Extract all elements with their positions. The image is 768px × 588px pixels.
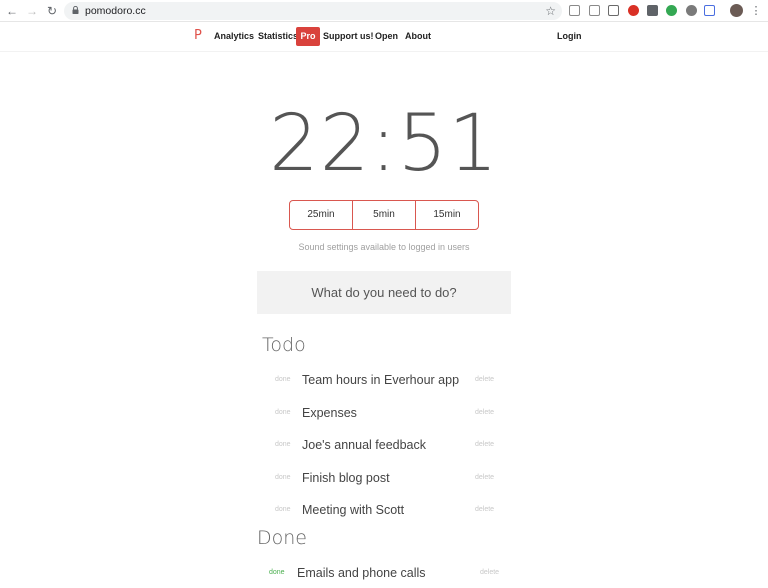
sound-settings-note: Sound settings available to logged in us… [298,242,470,252]
back-icon[interactable]: ← [4,3,20,19]
url-text: pomodoro.cc [85,5,146,17]
delete-link[interactable]: delete [475,506,494,513]
grid-ext-icon[interactable] [704,5,715,16]
mark-done-link[interactable]: done [275,409,291,416]
nav-about[interactable]: About [405,31,431,41]
mark-done-link[interactable]: done [275,441,291,448]
new-task-input[interactable] [257,271,511,314]
todo-item: done Meeting with Scott delete [0,503,768,523]
todo-item-text: Joe's annual feedback [302,438,427,452]
done-heading: Done [257,527,307,549]
square-ext-icon[interactable] [647,5,658,16]
delete-link[interactable]: delete [475,409,494,416]
pomodoro-logo[interactable]: P [194,28,202,43]
todo-item-text: Finish blog post [302,470,390,485]
profile-avatar[interactable] [730,4,743,17]
mark-done-link[interactable]: done [275,506,291,513]
nav-statistics[interactable]: Statistics [258,31,298,41]
done-item-text: Emails and phone calls [297,566,426,580]
done-item: done Emails and phone calls delete [0,566,768,586]
login-link[interactable]: Login [557,31,582,41]
nav-support-us[interactable]: Support us! [323,31,374,41]
nav-pro-button[interactable]: Pro [296,27,320,46]
camera-icon[interactable] [589,5,600,16]
duration-25min-button[interactable]: 25min [290,201,352,229]
todo-heading: Todo [262,334,306,356]
duration-selector: 25min 5min 15min [289,200,479,230]
todo-item: done Team hours in Everhour app delete [0,373,768,393]
todo-item: done Joe's annual feedback delete [0,438,768,458]
bookmark-star-icon[interactable]: ☆ [545,3,556,19]
shield-ext-icon[interactable] [686,5,697,16]
nav-open[interactable]: Open [375,31,398,41]
todo-item: done Expenses delete [0,406,768,426]
moon-ext-icon[interactable] [569,5,580,16]
reload-icon[interactable]: ↻ [44,3,60,19]
todo-item: done Finish blog post delete [0,471,768,491]
mark-done-link[interactable]: done [275,376,291,383]
timer-display: 22:51 [269,99,499,189]
duration-5min-button[interactable]: 5min [352,201,415,229]
screenshot-frame-icon[interactable] [608,5,619,16]
address-bar[interactable]: pomodoro.cc ☆ [64,2,562,20]
forward-icon[interactable]: → [24,3,40,19]
todo-item-text: Team hours in Everhour app [302,373,460,387]
stop-ext-icon[interactable] [628,5,639,16]
green-ext-icon[interactable] [666,5,677,16]
delete-link[interactable]: delete [475,376,494,383]
site-nav: P Analytics Statistics Pro Support us! O… [0,23,768,52]
todo-item-text: Meeting with Scott [302,503,405,517]
browser-toolbar: ← → ↻ pomodoro.cc ☆ ⋮ [0,0,768,22]
delete-link[interactable]: delete [480,569,499,576]
mark-done-link[interactable]: done [275,474,291,481]
todo-item-text: Expenses [302,405,357,420]
duration-15min-button[interactable]: 15min [415,201,478,229]
menu-dots-icon[interactable]: ⋮ [748,3,764,19]
lock-icon [72,6,79,14]
delete-link[interactable]: delete [475,441,494,448]
done-status-link[interactable]: done [269,569,285,576]
delete-link[interactable]: delete [475,474,494,481]
nav-analytics[interactable]: Analytics [214,31,254,41]
